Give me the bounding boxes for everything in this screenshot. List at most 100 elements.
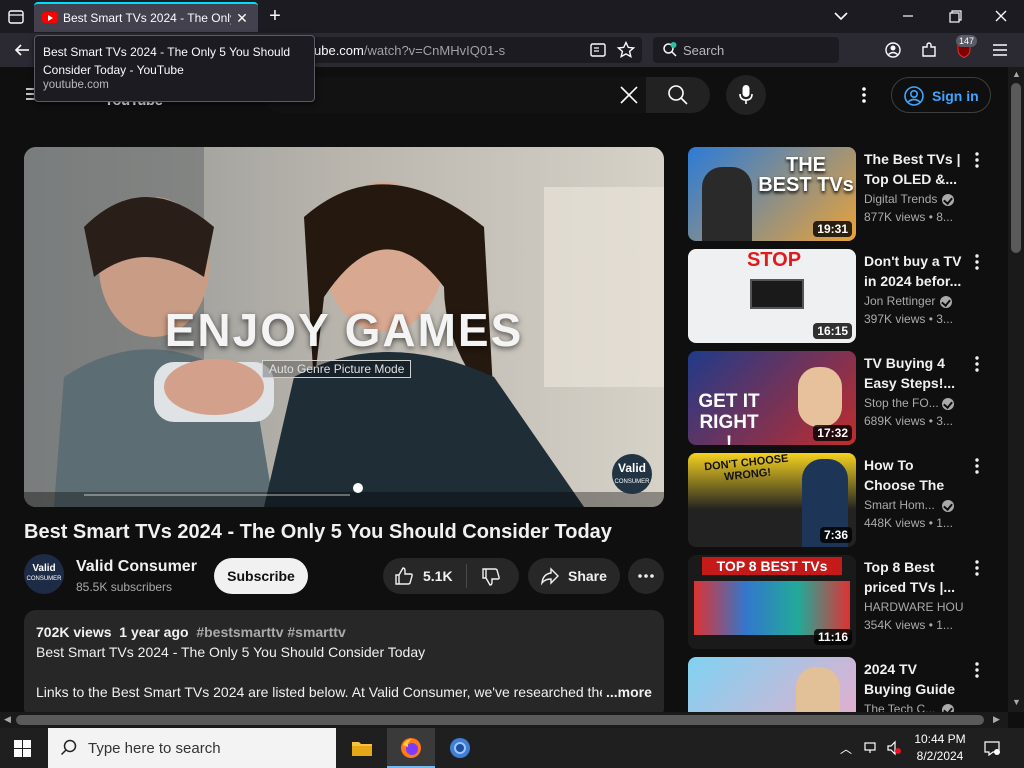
video-overlay-text: ENJOY GAMES [164,304,524,356]
firefox-app[interactable] [387,728,435,768]
video-duration: 11:16 [813,629,852,645]
voice-search-button[interactable] [726,75,766,115]
video-thumbnail[interactable]: TOP 8 BEST TVs 11:16 [688,555,856,649]
bookmark-star-icon[interactable] [616,40,636,60]
system-clock[interactable]: 10:44 PM 8/2/2024 [910,731,970,765]
thumbnail-text: TOP 8 BEST TVs [702,557,842,575]
recommended-title: Top 8 Best priced TVs |... [864,559,956,595]
search-icon [668,85,688,105]
more-vertical-icon[interactable] [972,559,982,577]
recommended-video[interactable]: THE BEST TVs 19:31 The Best TVs | Top OL… [688,147,998,241]
youtube-search-button[interactable] [646,77,710,113]
video-player[interactable]: ENJOY GAMES Auto Genre Picture Mode Vali… [24,147,664,507]
subscriber-count: 85.5K subscribers [76,580,173,594]
close-window-icon[interactable] [989,5,1013,27]
browser-search-bar[interactable]: Search [653,37,839,63]
back-arrow-icon[interactable] [12,40,32,60]
menu-hamburger-icon[interactable] [990,40,1010,60]
sign-in-label: Sign in [932,88,979,104]
video-thumbnail[interactable]: THE BEST TVs 19:31 [688,147,856,241]
thumbnail-tvs [694,581,850,635]
tab-list-icon[interactable] [6,7,26,27]
horizontal-scroll-thumb[interactable] [16,715,984,725]
tray-overflow-icon[interactable]: ︿ [840,740,852,757]
more-vertical-icon[interactable] [972,661,982,679]
vertical-scrollbar[interactable]: ▲ ▼ [1008,67,1024,712]
show-more-link[interactable]: ...more [606,684,652,700]
more-vertical-icon[interactable] [972,457,982,475]
notifications-icon[interactable] [984,740,1000,756]
vertical-scroll-thumb[interactable] [1011,83,1021,253]
network-icon[interactable] [864,740,880,756]
share-arrow-icon [541,567,559,586]
restore-icon[interactable] [943,5,967,27]
chrome-app[interactable] [436,728,484,768]
channel-watermark[interactable]: Valid CONSUMER [612,454,652,494]
account-icon[interactable] [883,40,903,60]
verified-badge-icon [942,500,954,512]
recommended-video[interactable]: DON'T CHOOSE WRONG! 7:36 How To Choose T… [688,453,998,547]
extensions-icon[interactable] [919,40,939,60]
like-divider [466,564,467,588]
extension-badge: 147 [956,35,978,47]
video-thumbnail[interactable]: GET IT RIGHT ! 17:32 [688,351,856,445]
sign-in-button[interactable]: Sign in [891,77,991,113]
scroll-left-icon[interactable]: ◀ [4,714,11,725]
description-box[interactable]: 702K views 1 year ago #bestsmarttv #smar… [24,610,664,712]
video-duration: 7:36 [819,527,852,543]
taskbar-search-box[interactable]: Type here to search [48,728,336,768]
file-explorer-app[interactable] [338,728,386,768]
recommended-video[interactable]: GET IT RIGHT ! 17:32 TV Buying 4 Easy St… [688,351,998,445]
more-vertical-icon[interactable] [972,355,982,373]
thumbnail-person [702,167,752,241]
browser-globe-icon [450,738,470,758]
thumbnail-text: THE BEST TVs [758,154,854,196]
video-progress-bar[interactable] [84,494,350,496]
description-line-1: Best Smart TVs 2024 - The Only 5 You Sho… [36,644,426,660]
clear-search-icon[interactable] [618,84,640,106]
thumbnail-tv [750,279,804,309]
description-meta: 702K views 1 year ago #bestsmarttv #smar… [36,624,346,640]
channel-name[interactable]: Valid Consumer [76,558,197,576]
chevron-down-icon[interactable] [832,7,850,25]
minimize-icon[interactable] [896,5,920,27]
horizontal-scrollbar[interactable]: ◀ ▶ [0,712,1008,728]
more-actions-button[interactable] [628,558,664,594]
thumbs-down-icon [482,568,500,586]
tab-close-icon[interactable]: ✕ [234,10,250,26]
thumbs-up-icon [395,567,413,585]
thumbnail-text: STOP [746,249,802,271]
user-circle-icon [904,86,924,106]
thumbnail-text: DON'T CHOOSE WRONG! [703,453,790,484]
more-vertical-icon[interactable] [972,253,982,271]
reader-view-icon[interactable] [588,40,608,60]
tooltip-url: youtube.com [43,79,109,91]
scroll-up-icon[interactable]: ▲ [1012,69,1021,79]
channel-avatar[interactable]: Valid CONSUMER [24,554,64,594]
recommended-video[interactable]: TOP 8 BEST TVs 11:16 Top 8 Best priced T… [688,555,998,649]
video-scrubber-handle[interactable] [353,483,363,493]
video-overlay-subtext: Auto Genre Picture Mode [262,360,412,378]
volume-muted-icon[interactable] [886,740,902,756]
browser-tab-active[interactable]: Best Smart TVs 2024 - The Only 5 You Sho… [34,2,258,32]
dislike-button[interactable] [467,558,519,594]
tab-tooltip: Best Smart TVs 2024 - The Only 5 You Sho… [34,35,315,102]
scroll-down-icon[interactable]: ▼ [1012,697,1021,707]
more-vertical-icon[interactable] [972,151,982,169]
like-button[interactable]: 5.1K [383,558,466,594]
new-tab-icon[interactable]: + [265,6,285,26]
recommended-video[interactable]: STOP 16:15 Don't buy a TV in 2024 befor.… [688,249,998,343]
video-thumbnail[interactable]: DON'T CHOOSE WRONG! 7:36 [688,453,856,547]
youtube-search-input[interactable] [264,77,646,113]
like-count: 5.1K [423,568,453,584]
video-thumbnail[interactable] [688,657,856,712]
browser-search-placeholder: Search [683,43,725,58]
windows-start-icon[interactable] [14,740,31,757]
share-button[interactable]: Share [528,558,620,594]
more-vertical-icon[interactable] [856,85,872,105]
video-thumbnail[interactable]: STOP 16:15 [688,249,856,343]
recommended-title: 2024 TV Buying Guide (2024) -... [864,661,955,697]
subscribe-button[interactable]: Subscribe [214,558,308,594]
scroll-right-icon[interactable]: ▶ [993,714,1000,725]
recommended-video[interactable]: 2024 TV Buying Guide (2024) -... The Tec… [688,657,998,712]
